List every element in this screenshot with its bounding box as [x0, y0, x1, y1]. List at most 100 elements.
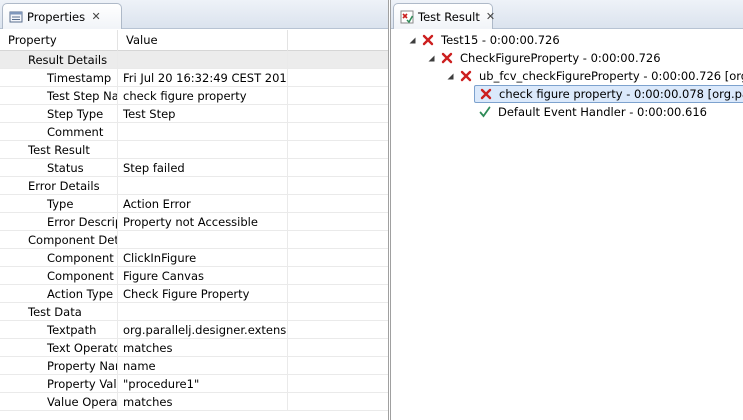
category-label: Test Data: [0, 303, 118, 321]
property-value: Action Error: [118, 195, 288, 213]
table-row[interactable]: Result Details: [0, 51, 388, 69]
expand-triangle-icon[interactable]: [445, 67, 455, 85]
category-label: Component Deta: [0, 231, 118, 249]
tree-item-content[interactable]: Test15 - 0:00:00.726: [417, 32, 562, 48]
row-filler: [288, 105, 388, 123]
property-name: Test Step Nar: [0, 87, 118, 105]
table-row[interactable]: Timestamp Fri Jul 20 16:32:49 CEST 2012: [0, 69, 388, 87]
tree-item-content[interactable]: check figure property - 0:00:00.078 [org…: [474, 85, 743, 103]
tree-item[interactable]: Default Event Handler - 0:00:00.616: [464, 103, 709, 121]
property-value: Check Figure Property: [118, 285, 288, 303]
row-filler: [288, 321, 388, 339]
row-filler: [288, 87, 388, 105]
properties-table-header: Property Value: [0, 30, 388, 51]
property-name: Step Type: [0, 105, 118, 123]
close-icon[interactable]: ✕: [91, 10, 101, 23]
category-label: Error Details: [0, 177, 118, 195]
property-value: check figure property: [118, 87, 288, 105]
table-row[interactable]: Error Details: [0, 177, 388, 195]
property-name: Action Type: [0, 285, 118, 303]
table-row[interactable]: Status Step failed: [0, 159, 388, 177]
row-filler: [288, 249, 388, 267]
tab-test-result[interactable]: Test Result ✕: [393, 3, 495, 29]
property-value: [118, 123, 288, 141]
tree-item[interactable]: Test15 - 0:00:00.726: [407, 31, 562, 49]
properties-icon: [9, 10, 23, 24]
tree-item-label: Test15 - 0:00:00.726: [441, 33, 560, 47]
property-value: [118, 303, 288, 321]
expand-triangle-icon[interactable]: [407, 31, 417, 49]
expand-triangle-icon[interactable]: [426, 49, 436, 67]
table-row[interactable]: Type Action Error: [0, 195, 388, 213]
table-row[interactable]: Property Valu "procedure1": [0, 375, 388, 393]
row-filler: [288, 267, 388, 285]
tree-item[interactable]: check figure property - 0:00:00.078 [org…: [464, 85, 743, 103]
column-header-property[interactable]: Property: [0, 30, 118, 51]
table-row[interactable]: Action Type Check Figure Property: [0, 285, 388, 303]
property-value: [118, 177, 288, 195]
property-value: Fri Jul 20 16:32:49 CEST 2012: [118, 69, 288, 87]
table-row[interactable]: Property Namname: [0, 357, 388, 375]
property-value: [118, 141, 288, 159]
row-filler: [288, 123, 388, 141]
failed-x-icon: [478, 86, 494, 102]
table-row[interactable]: Step Type Test Step: [0, 105, 388, 123]
row-filler: [288, 285, 388, 303]
tree-item-label: check figure property - 0:00:00.078 [org…: [499, 87, 743, 101]
table-row[interactable]: Test Result: [0, 141, 388, 159]
tree-item[interactable]: CheckFigureProperty - 0:00:00.726: [426, 49, 663, 67]
row-filler: [288, 195, 388, 213]
row-filler: [288, 339, 388, 357]
tree-item-label: ub_fcv_checkFigureProperty - 0:00:00.726…: [479, 69, 743, 83]
row-filler: [288, 303, 388, 321]
table-row[interactable]: Component NClickInFigure: [0, 249, 388, 267]
passed-check-icon: [477, 104, 493, 120]
property-name: Error Descript: [0, 213, 118, 231]
property-name: Component N: [0, 249, 118, 267]
property-name: Property Nam: [0, 357, 118, 375]
properties-view: Properties ✕ Property Value Result Detai…: [0, 0, 389, 420]
tree-item-content[interactable]: CheckFigureProperty - 0:00:00.726: [436, 50, 663, 66]
table-row[interactable]: Comment: [0, 123, 388, 141]
row-filler: [288, 141, 388, 159]
row-filler: [288, 375, 388, 393]
test-result-tabbar: Test Result ✕: [391, 0, 743, 29]
table-row[interactable]: Test Data: [0, 303, 388, 321]
property-name: Status: [0, 159, 118, 177]
property-name: Component T: [0, 267, 118, 285]
property-value: Step failed: [118, 159, 288, 177]
tree-item-label: CheckFigureProperty - 0:00:00.726: [460, 51, 661, 65]
row-filler: [288, 231, 388, 249]
property-value: "procedure1": [118, 375, 288, 393]
property-value: org.parallelj.designer.extensi...: [118, 321, 288, 339]
table-row[interactable]: Component Deta: [0, 231, 388, 249]
row-filler: [288, 69, 388, 87]
property-value: Figure Canvas: [118, 267, 288, 285]
property-name: Text Operator: [0, 339, 118, 357]
property-name: Property Valu: [0, 375, 118, 393]
column-header-value[interactable]: Value: [118, 30, 288, 51]
table-row[interactable]: Value Operat matches: [0, 393, 388, 411]
table-row[interactable]: Error DescriptProperty not Accessible: [0, 213, 388, 231]
property-value: matches: [118, 393, 288, 411]
tree-item-content[interactable]: Default Event Handler - 0:00:00.616: [474, 104, 709, 120]
property-value: [118, 231, 288, 249]
tab-properties[interactable]: Properties ✕: [2, 3, 122, 29]
row-filler: [288, 51, 388, 69]
tab-properties-label: Properties: [27, 9, 86, 24]
property-value: ClickInFigure: [118, 249, 288, 267]
table-row[interactable]: Textpath org.parallelj.designer.extensi..…: [0, 321, 388, 339]
table-row[interactable]: Component T Figure Canvas: [0, 267, 388, 285]
row-filler: [288, 393, 388, 411]
property-value: Test Step: [118, 105, 288, 123]
property-value: name: [118, 357, 288, 375]
tree-item[interactable]: ub_fcv_checkFigureProperty - 0:00:00.726…: [445, 67, 743, 85]
tree-item-label: Default Event Handler - 0:00:00.616: [498, 105, 707, 119]
close-icon[interactable]: ✕: [486, 10, 495, 23]
tree-item-content[interactable]: ub_fcv_checkFigureProperty - 0:00:00.726…: [455, 68, 743, 84]
table-row[interactable]: Test Step Nar check figure property: [0, 87, 388, 105]
table-row[interactable]: Text Operator matches: [0, 339, 388, 357]
column-header-filler: [288, 30, 388, 51]
row-filler: [288, 213, 388, 231]
